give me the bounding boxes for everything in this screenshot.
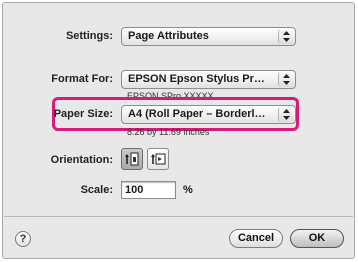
settings-popup[interactable]: Page Attributes (121, 27, 296, 46)
format-for-popup[interactable]: EPSON Epson Stylus Pro X... (121, 70, 296, 89)
ok-button[interactable]: OK (290, 229, 344, 248)
paper-size-popup[interactable]: A4 (Roll Paper – Borderles... (121, 105, 296, 124)
scale-unit: % (183, 184, 193, 196)
orientation-landscape-button[interactable] (147, 148, 169, 170)
format-for-popup-value: EPSON Epson Stylus Pro X... (128, 73, 271, 85)
popup-arrows-icon (278, 72, 294, 87)
orientation-label: Orientation: (50, 154, 113, 166)
settings-label: Settings: (65, 30, 113, 42)
portrait-icon (125, 152, 139, 166)
page-setup-dialog: Settings: Page Attributes Format For: EP… (2, 2, 355, 259)
scale-label: Scale: (80, 184, 113, 196)
popup-arrows-icon (278, 107, 294, 122)
divider (4, 216, 353, 217)
paper-dimensions-text: 8.26 by 11.69 inches (127, 127, 210, 137)
paper-size-label: Paper Size: (53, 108, 113, 120)
cancel-button[interactable]: Cancel (229, 229, 283, 248)
format-for-label: Format For: (51, 73, 113, 85)
help-button[interactable]: ? (15, 231, 31, 247)
paper-size-popup-value: A4 (Roll Paper – Borderles... (128, 108, 271, 120)
landscape-icon (151, 153, 166, 165)
orientation-portrait-button[interactable] (121, 148, 143, 170)
scale-input[interactable]: 100 (121, 181, 176, 199)
popup-arrows-icon (278, 29, 294, 44)
settings-popup-value: Page Attributes (128, 30, 209, 42)
